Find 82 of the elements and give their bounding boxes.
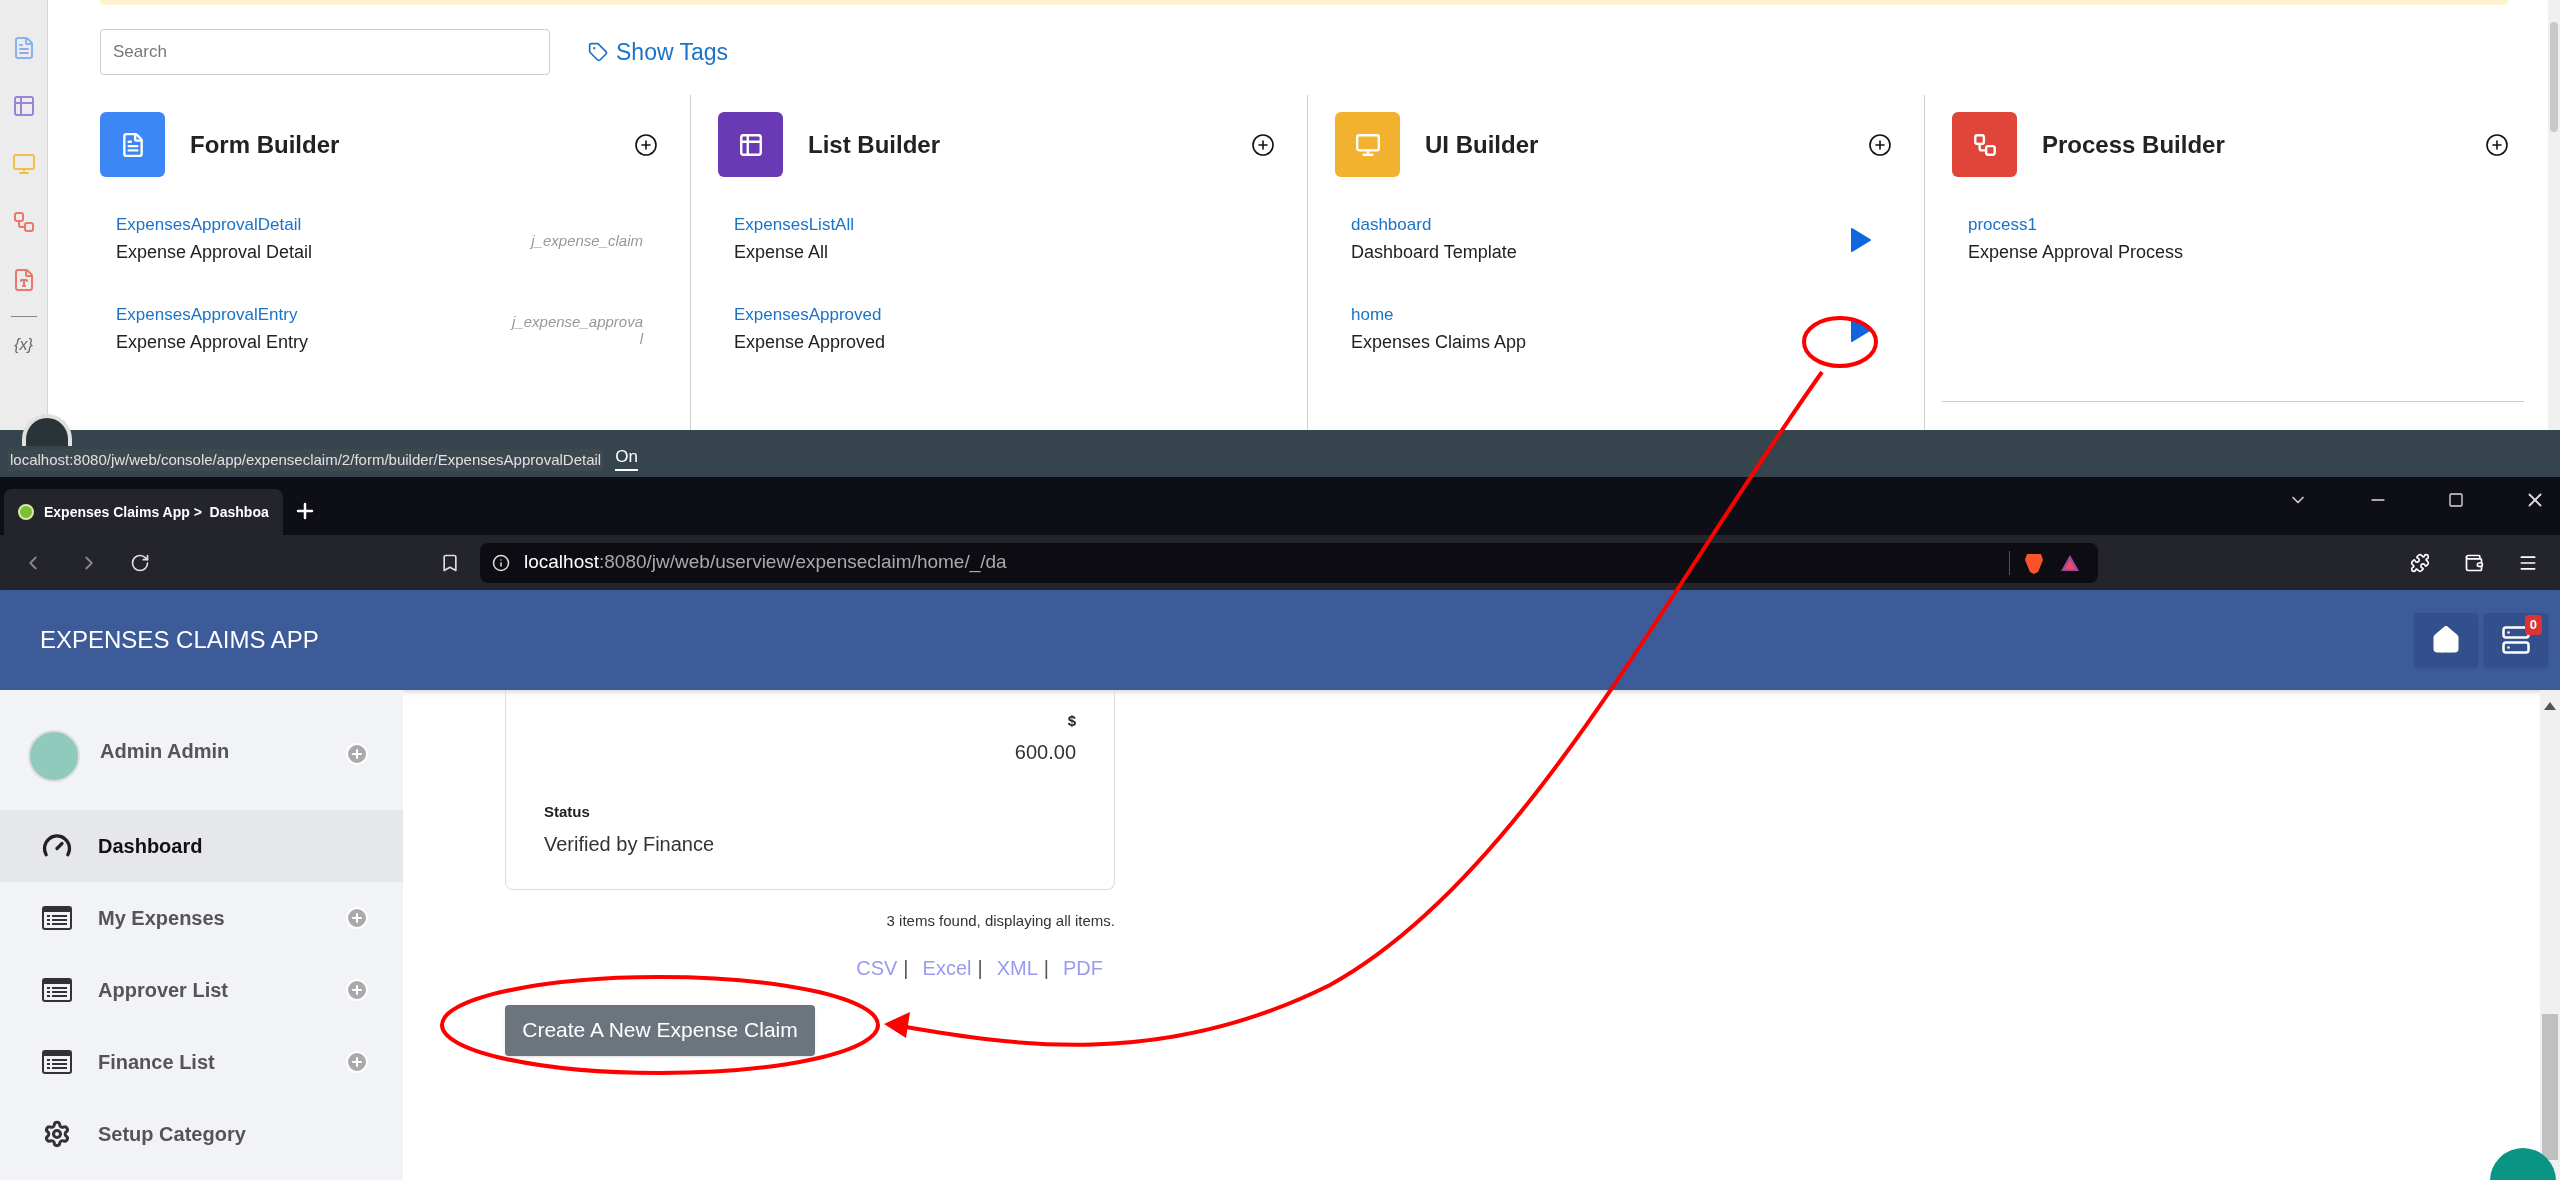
search-field[interactable]: Search <box>100 29 550 75</box>
menu-item[interactable]: Setup Category <box>0 1098 403 1170</box>
home-button[interactable] <box>2414 613 2478 667</box>
bookmark-icon[interactable] <box>440 552 460 573</box>
list-icon <box>42 978 72 1002</box>
home-icon <box>2431 625 2461 655</box>
app-title: EXPENSES CLAIMS APP <box>40 625 319 655</box>
toggle-label[interactable]: On <box>615 443 638 471</box>
table-icon[interactable] <box>11 94 36 118</box>
create-claim-button[interactable]: Create A New Expense Claim <box>505 1004 815 1056</box>
add-icon[interactable] <box>634 132 658 157</box>
item-name: Expense Approval Detail <box>116 241 313 264</box>
tab-title: Expenses Claims App > Dashboa <box>44 502 269 522</box>
amount-label: $ <box>1067 711 1076 731</box>
user-name: Admin Admin <box>100 739 230 764</box>
address-field[interactable]: localhost:8080/jw/web/userview/expenseclaim/home/_/da <box>480 542 2098 583</box>
menu-item[interactable]: Finance List <box>0 1026 403 1098</box>
inbox-button[interactable]: 0 <box>2484 613 2548 667</box>
item-name: Expense Approved <box>734 331 886 354</box>
favicon-icon <box>18 504 34 520</box>
menu-item[interactable]: Approver List <box>0 954 403 1026</box>
separator-text: | <box>977 955 983 981</box>
builder-title: Form Builder <box>190 129 340 160</box>
play-icon[interactable] <box>1850 227 1872 253</box>
builder-title: List Builder <box>808 129 940 160</box>
item-name: Dashboard Template <box>1351 241 1517 264</box>
items-found-text: 3 items found, displaying all items. <box>885 911 1115 931</box>
item-name: Expense Approval Entry <box>116 331 309 354</box>
separator-text: | <box>1043 955 1049 981</box>
export-link[interactable]: XML <box>996 952 1038 983</box>
show-tags-link[interactable]: Show Tags <box>588 34 729 70</box>
item-link[interactable]: ExpensesApprovalEntry <box>116 303 309 327</box>
wallet-icon[interactable] <box>2464 552 2484 573</box>
notification-badge: 0 <box>2524 615 2542 635</box>
amount-value: 600.00 <box>1014 739 1076 765</box>
lion-shield-icon[interactable] <box>2024 551 2044 574</box>
list-icon <box>42 906 72 930</box>
item-name: Expense Approval Process <box>1968 241 2184 264</box>
item-link[interactable]: process1 <box>1968 213 2184 237</box>
scrollbar-thumb[interactable] <box>2542 1014 2558 1160</box>
menu-item[interactable]: My Expenses <box>0 882 403 954</box>
menu-item[interactable]: Dashboard <box>0 810 403 882</box>
builder-title: UI Builder <box>1425 129 1539 160</box>
status-value: Verified by Finance <box>544 832 716 857</box>
maximize-icon[interactable] <box>2448 492 2464 508</box>
item-link[interactable]: ExpensesListAll <box>734 213 854 237</box>
variables-label[interactable]: {x} <box>14 333 33 357</box>
status-label: Status <box>544 801 591 822</box>
address-host: localhost <box>524 550 599 575</box>
tag-icon <box>588 42 608 62</box>
list-icon <box>42 1050 72 1074</box>
triangle-icon[interactable] <box>2060 553 2080 572</box>
add-icon[interactable] <box>1868 132 1892 157</box>
export-link[interactable]: Excel <box>922 952 972 983</box>
builder-title: Process Builder <box>2042 129 2225 160</box>
table-icon <box>737 131 764 158</box>
export-link[interactable]: CSV <box>856 952 898 983</box>
item-link[interactable]: ExpensesApproved <box>734 303 886 327</box>
item-name: Expenses Claims App <box>1351 331 1527 354</box>
scrollbar-thumb[interactable] <box>2550 22 2558 132</box>
flowchart-icon <box>1971 131 1998 158</box>
extensions-icon[interactable] <box>2410 552 2430 573</box>
add-icon[interactable] <box>1251 132 1275 157</box>
table-name: j_expense_claim <box>528 231 643 249</box>
add-icon[interactable] <box>2485 132 2509 157</box>
avatar-icon <box>28 730 80 782</box>
separator-text: | <box>903 955 909 981</box>
item-link[interactable]: home <box>1351 303 1527 327</box>
monitor-icon <box>1354 131 1381 158</box>
info-icon <box>492 553 510 572</box>
reload-icon[interactable] <box>130 552 150 573</box>
item-link[interactable]: ExpensesApprovalDetail <box>116 213 313 237</box>
table-name: j_expense_approval <box>511 313 643 347</box>
status-url: localhost:8080/jw/web/console/app/expenseclaim/2/form/builder/ExpensesApprovalDetail <box>8 448 604 471</box>
inbox-icon <box>2501 625 2531 655</box>
export-link[interactable]: PDF <box>1063 952 1103 983</box>
scroll-up-icon[interactable] <box>2544 702 2556 710</box>
item-link[interactable]: dashboard <box>1351 213 1517 237</box>
address-path: :8080/jw/web/userview/expenseclaim/home/_/da <box>599 550 1007 575</box>
browser-tab[interactable]: Expenses Claims App > Dashboa <box>4 489 283 535</box>
settings-icon <box>43 1120 71 1148</box>
item-name: Expense All <box>734 241 830 264</box>
